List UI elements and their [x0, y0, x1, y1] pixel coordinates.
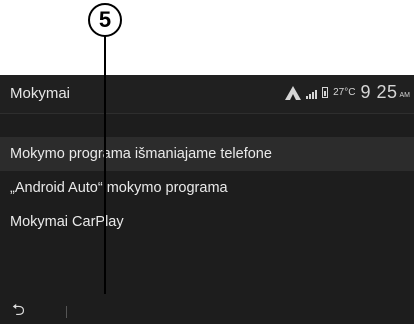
menu-item-label: Mokymo programa išmaniajame telefone — [10, 146, 272, 162]
menu-item-label: Mokymai CarPlay — [10, 214, 124, 230]
menu-item-smartphone-tutorial[interactable]: Mokymo programa išmaniajame telefone — [0, 137, 414, 171]
footer-divider — [66, 306, 67, 318]
android-auto-icon — [285, 85, 302, 100]
menu-list: Mokymo programa išmaniajame telefone „An… — [0, 137, 414, 239]
infotainment-screen: Mokymai 27°C 9 25 AM Mokymo programa išm… — [0, 75, 414, 324]
battery-icon — [322, 87, 329, 98]
signal-icon — [306, 87, 318, 99]
status-bar: 27°C 9 25 AM — [285, 82, 410, 103]
back-icon[interactable]: ⮌ — [12, 303, 25, 319]
page-title: Mokymai — [10, 85, 71, 102]
temperature: 27°C — [333, 87, 356, 98]
menu-item-label: „Android Auto“ mokymo programa — [10, 180, 228, 196]
page: 5 Mokymai 27°C 9 25 AM Mokymo programa i… — [0, 0, 414, 324]
callout-number: 5 — [98, 7, 112, 32]
callout-pointer-line — [104, 36, 106, 294]
footer-bar: ⮌ — [0, 300, 414, 324]
header-bar: Mokymai 27°C 9 25 AM — [0, 75, 414, 114]
clock-time: 9 25 — [360, 82, 398, 102]
menu-item-carplay-tutorial[interactable]: Mokymai CarPlay — [0, 205, 414, 239]
clock-ampm: AM — [399, 92, 411, 99]
callout-marker: 5 — [88, 3, 122, 37]
menu-item-android-auto-tutorial[interactable]: „Android Auto“ mokymo programa — [0, 171, 414, 205]
